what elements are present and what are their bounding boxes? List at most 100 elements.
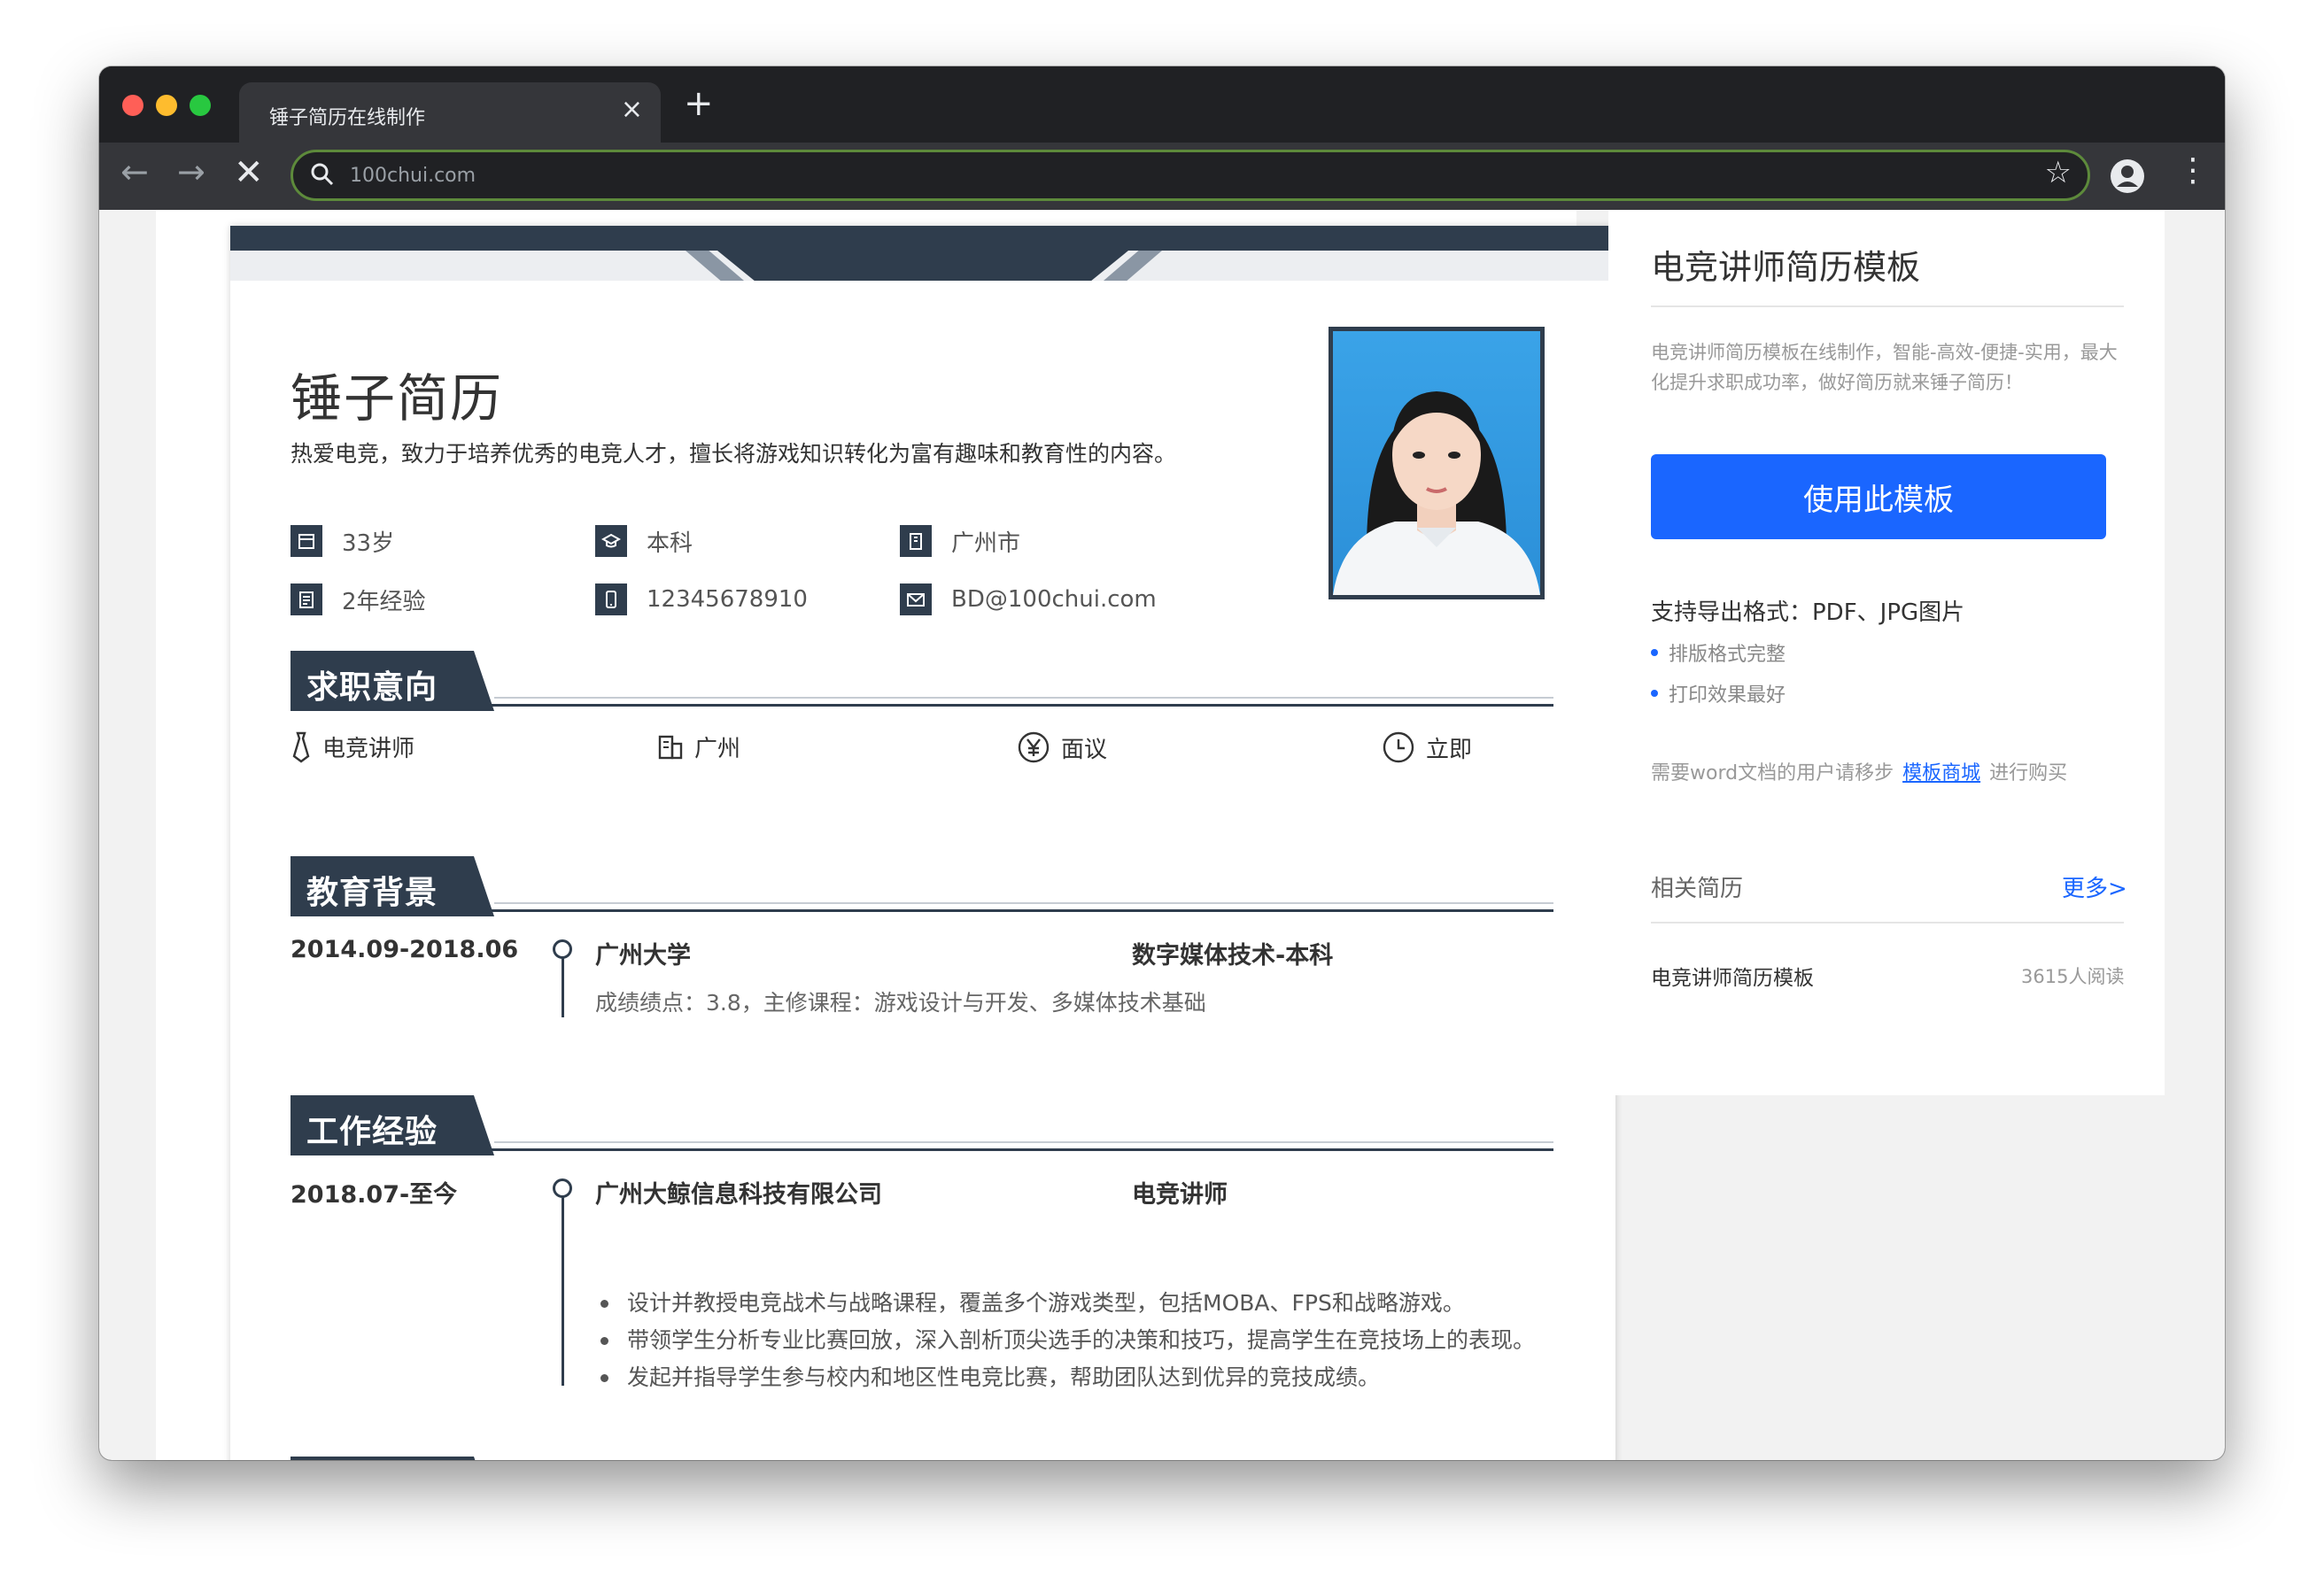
related-read-count: 3615人阅读	[2021, 966, 2125, 987]
calendar-icon	[290, 525, 322, 557]
feature-item: 排版格式完整	[1651, 638, 1786, 667]
minimize-window-button[interactable]	[156, 95, 177, 116]
mail-icon	[900, 583, 932, 615]
tab-title: 锤子简历在线制作	[269, 107, 426, 129]
word-notice-suffix: 进行购买	[1989, 762, 2068, 784]
close-window-button[interactable]	[122, 95, 143, 116]
sidebar-title: 电竞讲师简历模板	[1651, 248, 1921, 287]
document-icon	[290, 583, 322, 615]
list-item: 设计并教授电竞战术与战略课程，覆盖多个游戏类型，包括MOBA、FPS和战略游戏。	[593, 1285, 1550, 1322]
resume-name: 锤子简历	[290, 368, 504, 429]
section-title: 工作经验	[290, 1095, 494, 1155]
age-text: 33岁	[342, 529, 395, 557]
section-divider	[494, 902, 1553, 904]
work-role: 电竞讲师	[1132, 1181, 1228, 1209]
city-text: 广州市	[951, 529, 1021, 557]
list-item: 发起并指导学生参与校内和地区性电竞比赛，帮助团队达到优异的竞技成绩。	[593, 1359, 1550, 1396]
info-phone: 12345678910	[595, 582, 808, 617]
objective-city: 广州	[657, 730, 740, 763]
bookmark-star-icon[interactable]: ☆	[2045, 158, 2072, 188]
related-heading: 相关简历	[1651, 876, 1744, 902]
back-button[interactable]: ←	[120, 155, 149, 189]
phone-icon	[595, 583, 627, 615]
phone-text: 12345678910	[647, 586, 808, 613]
word-notice: 需要word文档的用户请移步 模板商城 进行购买	[1651, 757, 2067, 785]
browser-tab[interactable]: 锤子简历在线制作 ×	[239, 82, 661, 143]
tie-icon	[292, 731, 310, 762]
email-text: BD@100chui.com	[951, 586, 1157, 613]
objective-salary: 面议	[1017, 730, 1107, 764]
education-desc: 成绩绩点：3.8，主修课程：游戏设计与开发、多媒体技术基础	[595, 990, 1206, 1016]
profile-photo	[1329, 327, 1545, 599]
section-divider	[494, 697, 1553, 699]
search-icon	[311, 163, 334, 186]
timeline-node	[553, 1179, 572, 1198]
work-date: 2018.07-至今	[290, 1181, 458, 1209]
url-text: 100chui.com	[350, 165, 476, 187]
browser-toolbar: ← → ✕ 100chui.com ☆ ⋮	[99, 143, 2225, 210]
building-icon	[658, 735, 683, 759]
use-template-button[interactable]: 使用此模板	[1651, 454, 2106, 539]
section-next	[290, 1457, 1553, 1460]
education-date: 2014.09-2018.06	[290, 936, 519, 963]
section-divider	[494, 1141, 1553, 1143]
timeline-line	[562, 957, 564, 1017]
decorative-tab	[717, 251, 1128, 281]
more-link[interactable]: 更多>	[2062, 870, 2127, 903]
timeline-node	[553, 939, 572, 959]
info-city: 广州市	[900, 523, 1020, 559]
stop-loading-button[interactable]: ✕	[234, 155, 264, 190]
tab-close-icon[interactable]: ×	[621, 97, 643, 123]
template-store-link[interactable]: 模板商城	[1902, 762, 1980, 784]
maximize-window-button[interactable]	[190, 95, 211, 116]
objective-position: 电竞讲师	[290, 730, 414, 763]
export-formats: 支持导出格式：PDF、JPG图片	[1651, 599, 1965, 626]
timeline-line	[562, 1196, 564, 1386]
bullet-dot	[1651, 649, 1658, 656]
yen-icon	[1018, 731, 1050, 763]
new-tab-button[interactable]: +	[684, 86, 714, 121]
objective-position-text: 电竞讲师	[322, 736, 415, 762]
feature-text: 打印效果最好	[1669, 684, 1786, 707]
sidebar-divider	[1651, 922, 2124, 924]
resume-page-background: 锤子简历 热爱电竞，致力于培养优秀的电竞人才，擅长将游戏知识转化为富有趣味和教育…	[156, 210, 1615, 1460]
info-experience: 2年经验	[290, 582, 426, 617]
degree-text: 本科	[647, 529, 693, 557]
section-title: 求职意向	[290, 651, 494, 711]
word-notice-prefix: 需要word文档的用户请移步	[1651, 762, 1894, 784]
account-icon[interactable]	[2110, 158, 2145, 194]
resume-top-bar	[230, 226, 1615, 251]
section-work: 工作经验	[290, 1095, 1553, 1155]
template-sidebar: 电竞讲师简历模板 电竞讲师简历模板在线制作，智能-高效-便捷-实用，最大化提升求…	[1608, 210, 2165, 1095]
education-major: 数字媒体技术-本科	[1132, 942, 1334, 970]
bullet-dot	[1651, 690, 1658, 697]
resume-intro: 热爱电竞，致力于培养优秀的电竞人才，擅长将游戏知识转化为富有趣味和教育性的内容。	[290, 441, 1177, 467]
objective-city-text: 广州	[694, 736, 741, 762]
forward-button[interactable]: →	[177, 155, 205, 189]
objective-availability-text: 立即	[1426, 736, 1473, 763]
feature-item: 打印效果最好	[1651, 679, 1786, 707]
objective-salary-text: 面议	[1061, 736, 1108, 763]
section-title	[290, 1457, 494, 1460]
feature-text: 排版格式完整	[1669, 644, 1786, 666]
graduation-cap-icon	[595, 525, 627, 557]
clock-icon	[1383, 731, 1414, 763]
related-resume-link[interactable]: 电竞讲师简历模板	[1651, 961, 1814, 991]
info-degree: 本科	[595, 523, 693, 559]
sidebar-description: 电竞讲师简历模板在线制作，智能-高效-便捷-实用，最大化提升求职成功率，做好简历…	[1651, 342, 2118, 393]
education-school: 广州大学	[595, 942, 691, 970]
page-viewport: 锤子简历 热爱电竞，致力于培养优秀的电竞人才，擅长将游戏知识转化为富有趣味和教育…	[99, 210, 2225, 1460]
menu-kebab-icon[interactable]: ⋮	[2177, 155, 2209, 187]
tab-strip: 锤子简历在线制作 × +	[99, 66, 2225, 143]
resume-document: 锤子简历 热爱电竞，致力于培养优秀的电竞人才，擅长将游戏知识转化为富有趣味和教育…	[230, 226, 1615, 1460]
browser-window: 锤子简历在线制作 × + ← → ✕ 100chui.com ☆ ⋮ 锤子简历 …	[99, 66, 2225, 1460]
address-bar[interactable]: 100chui.com ☆	[290, 150, 2090, 201]
section-education: 教育背景	[290, 856, 1553, 916]
section-title: 教育背景	[290, 856, 494, 916]
info-email: BD@100chui.com	[900, 582, 1157, 617]
section-objective: 求职意向	[290, 651, 1553, 711]
objective-availability: 立即	[1382, 730, 1472, 764]
building-icon	[900, 525, 932, 557]
work-duties-list: 设计并教授电竞战术与战略课程，覆盖多个游戏类型，包括MOBA、FPS和战略游戏。…	[593, 1285, 1550, 1396]
list-item: 带领学生分析专业比赛回放，深入剖析顶尖选手的决策和技巧，提高学生在竞技场上的表现…	[593, 1322, 1550, 1359]
